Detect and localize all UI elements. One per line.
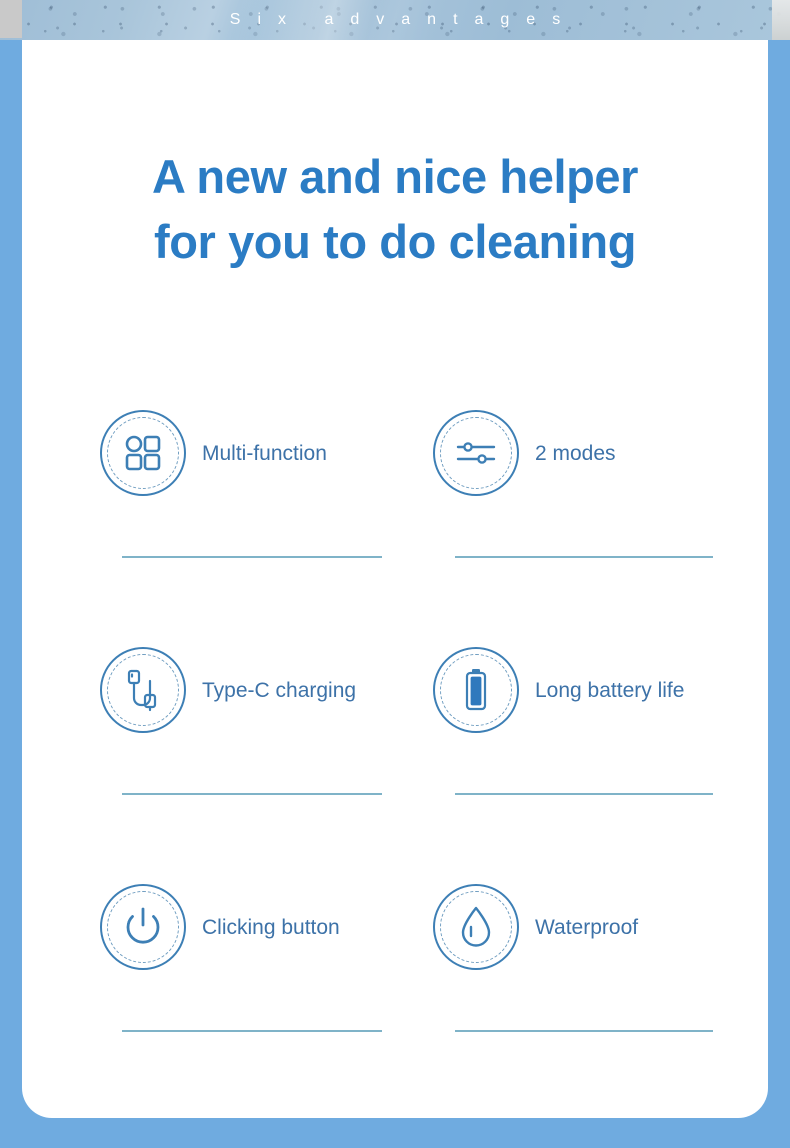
feature-divider [122, 793, 382, 795]
feature-label: Type-C charging [202, 678, 357, 702]
content-card: A new and nice helper for you to do clea… [22, 40, 768, 1118]
feature-divider [122, 1030, 382, 1032]
feature-clicking-button[interactable]: Clicking button [100, 884, 400, 1034]
feature-grid: Multi-function 2 modes Type-C charging L… [22, 410, 768, 1121]
header-title: Six advantages [229, 11, 578, 28]
battery-icon-glyph [435, 649, 517, 731]
feature-divider [455, 793, 713, 795]
feature-label: Clicking button [202, 915, 340, 939]
feature-head: Waterproof [433, 884, 733, 970]
sliders-icon [433, 410, 519, 496]
feature-divider [122, 556, 382, 558]
power-icon-glyph [102, 886, 184, 968]
feature-type-c-charging[interactable]: Type-C charging [100, 647, 400, 797]
water-drop-icon [433, 884, 519, 970]
sliders-icon-glyph [435, 412, 517, 494]
feature-head: 2 modes [433, 410, 733, 496]
feature-multi-function[interactable]: Multi-function [100, 410, 400, 560]
feature-head: Clicking button [100, 884, 400, 970]
feature-label: Multi-function [202, 441, 327, 465]
feature-head: Long battery life [433, 647, 733, 733]
battery-icon [433, 647, 519, 733]
feature-label: Long battery life [535, 678, 685, 702]
feature-divider [455, 1030, 713, 1032]
grid-icon [100, 410, 186, 496]
feature-divider [455, 556, 713, 558]
feature-row: Multi-function 2 modes [22, 410, 768, 647]
feature-long-battery-life[interactable]: Long battery life [433, 647, 733, 797]
power-icon [100, 884, 186, 970]
water-drop-icon-glyph [435, 886, 517, 968]
feature-waterproof[interactable]: Waterproof [433, 884, 733, 1034]
feature-row: Clicking button Waterproof [22, 884, 768, 1121]
page-title-line-2: for you to do cleaning [153, 215, 637, 268]
page-title: A new and nice helper for you to do clea… [22, 144, 768, 274]
feature-head: Type-C charging [100, 647, 400, 733]
page-title-line-1: A new and nice helper [151, 150, 639, 203]
advantages-page: Six advantages A new and nice helper for… [0, 0, 790, 1148]
feature-2-modes[interactable]: 2 modes [433, 410, 733, 560]
header-banner: Six advantages [0, 0, 790, 40]
grid-icon-glyph [102, 412, 184, 494]
feature-label: 2 modes [535, 441, 616, 465]
usb-cable-icon-glyph [102, 649, 184, 731]
feature-head: Multi-function [100, 410, 400, 496]
feature-label: Waterproof [535, 915, 639, 939]
feature-row: Type-C charging Long battery life [22, 647, 768, 884]
usb-cable-icon [100, 647, 186, 733]
